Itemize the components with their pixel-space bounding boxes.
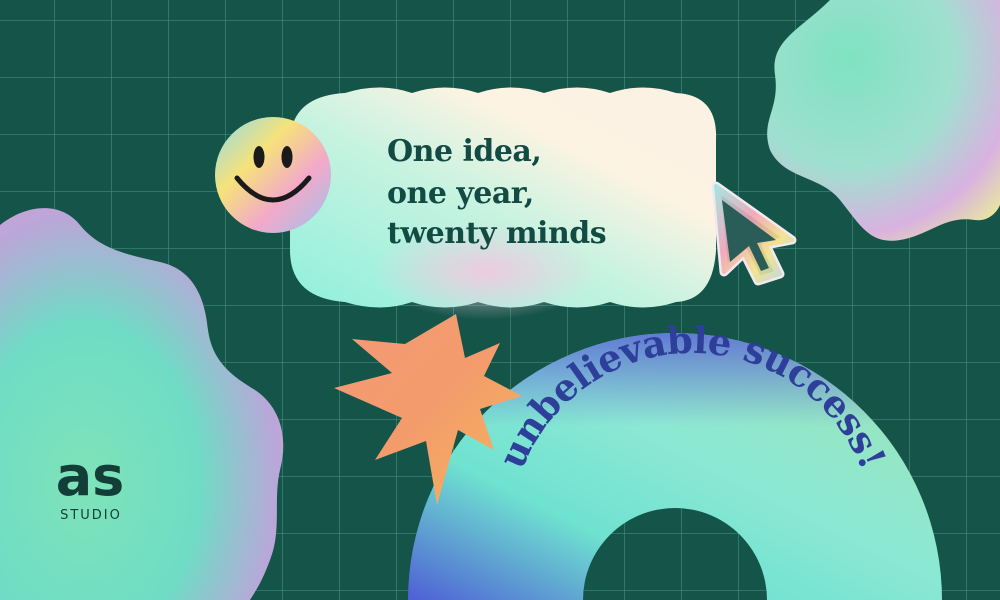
- poster-artwork: unbelievable success! One idea, one year…: [0, 0, 1000, 600]
- studio-logo: as STUDIO: [56, 445, 125, 523]
- headline-line-2: one year,: [387, 176, 534, 211]
- headline-line-1: One idea,: [387, 134, 541, 169]
- poster-canvas: unbelievable success! One idea, one year…: [0, 0, 1000, 600]
- logo-mark: as: [56, 445, 125, 508]
- logo-subtitle: STUDIO: [60, 508, 122, 523]
- smiley-face-icon: [215, 117, 331, 233]
- headline-line-3: twenty minds: [387, 216, 606, 251]
